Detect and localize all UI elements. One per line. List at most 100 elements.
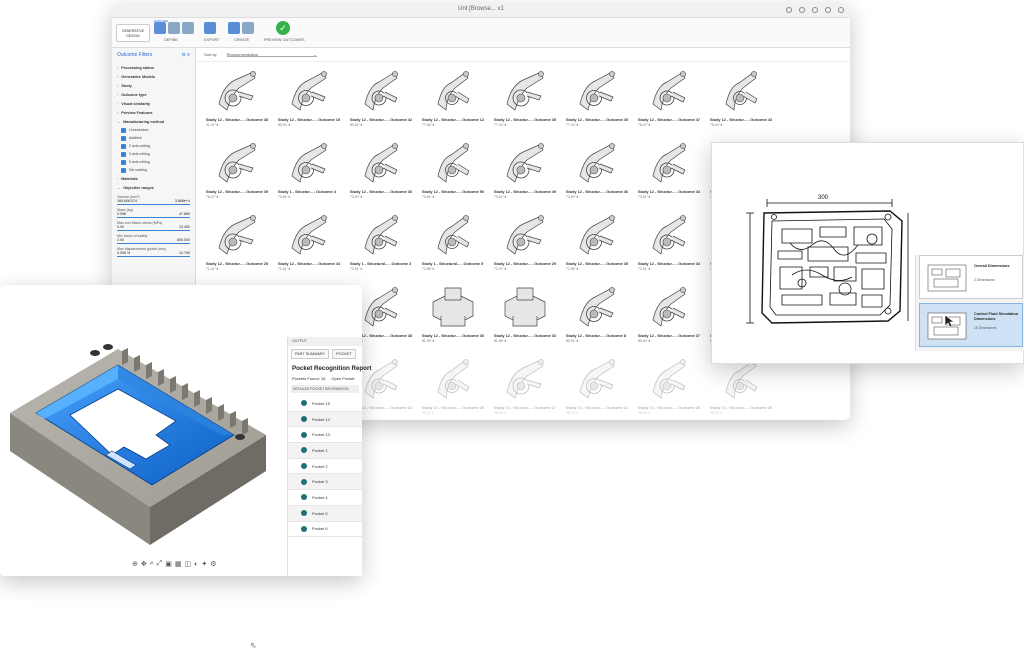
filter-checkbox[interactable]: Additive: [117, 134, 190, 142]
outcome-card[interactable]: Study 1 - Structur... - Outcome 4 73.84 %: [276, 136, 344, 208]
filter-section[interactable]: › Processing status: [117, 63, 190, 72]
outcome-card[interactable]: Study 12 - Structur... - Outcome 46 73.69…: [564, 136, 632, 208]
filter-checkbox[interactable]: 3 axis milling: [117, 150, 190, 158]
effects-icon[interactable]: ✦: [201, 560, 207, 568]
tab-pocket[interactable]: POCKET: [332, 349, 356, 359]
orbit-icon[interactable]: ⊕: [132, 560, 138, 568]
dimension-set-card-selected[interactable]: Control Fluid Simulation Dimensions 16 D…: [919, 303, 1023, 347]
pocket-row[interactable]: Pocket 15: [288, 396, 362, 412]
outcome-card[interactable]: Study 12 - Structur... - Outcome 35 77.03…: [492, 64, 560, 136]
outcome-card[interactable]: Study 12 - Structur... - Outcome 35 72.85…: [564, 208, 632, 280]
ribbon-group-define[interactable]: DEFINE: [164, 38, 178, 42]
ribbon-group-preview-outcomes[interactable]: PREVIEW OUTCOMES: [264, 38, 305, 42]
pocket-row[interactable]: Pocket 5: [288, 505, 362, 522]
settings-icon[interactable]: ⚙: [210, 560, 216, 568]
settings-icon[interactable]: [825, 7, 831, 13]
grid-icon[interactable]: ▦: [175, 560, 182, 568]
display-mode-icon[interactable]: ▣: [165, 560, 172, 568]
outcome-card[interactable]: Study 12 - Structur... - Outcome 20 59.11…: [420, 352, 488, 420]
outcome-card[interactable]: Study 1 - Structural... - Outcome 3 72.51…: [348, 208, 416, 280]
outcome-card[interactable]: Study 12 - Structur... - Outcome 44 71.61…: [276, 208, 344, 280]
outcome-percent: 60.91 %: [566, 339, 579, 343]
filter-options-icon[interactable]: ⊖ ≡: [182, 52, 191, 58]
outcome-card[interactable]: Study 12 - Structur... - Outcome 15 80.53…: [276, 64, 344, 136]
profile-icon[interactable]: [838, 7, 844, 13]
outcome-card[interactable]: Study 12 - Structur... - Outcome 50 73.84…: [420, 136, 488, 208]
pocket-row[interactable]: Pocket 14: [288, 411, 362, 428]
pocket-row[interactable]: Pocket 4: [288, 490, 362, 506]
filter-section[interactable]: › Outcome type: [117, 90, 190, 99]
sort-dropdown[interactable]: Recommendation ⌄: [226, 52, 317, 57]
filter-section[interactable]: › Visual similarity: [117, 99, 190, 108]
outcome-card[interactable]: Study 12 - Structur... - Outcome 45 77.03…: [564, 64, 632, 136]
define-tool-2-icon[interactable]: [182, 22, 194, 34]
pocket-row[interactable]: Pocket 13: [288, 427, 362, 444]
pan-icon[interactable]: ✥: [141, 560, 147, 568]
outcome-card[interactable]: Study 12 - Structur... - Outcome 30 61.99…: [420, 280, 488, 352]
outcome-name: Study 12 - Structur... - Outcome 12: [422, 118, 485, 122]
dimension-set-card[interactable]: Overall Dimensions 2 Dimensions: [919, 255, 1023, 299]
outcome-card[interactable]: Study 12 - Structur... - Outcome 44 73.61…: [636, 136, 704, 208]
tab-part-summary[interactable]: PART SUMMARY: [291, 349, 330, 359]
outcome-card[interactable]: Study 12 - Structur... - Outcome 21 58.70…: [564, 352, 632, 420]
outcome-card[interactable]: Study 12 - Structur... - Outcome 34 72.61…: [636, 208, 704, 280]
export-icon[interactable]: [204, 22, 216, 34]
outcome-card[interactable]: Study 12 - Structur... - Outcome 8 60.91 …: [564, 280, 632, 352]
notifications-icon[interactable]: [799, 7, 805, 13]
outcome-card[interactable]: Study 12 - Structur... - Outcome 42 80.82…: [348, 64, 416, 136]
range-filter[interactable]: Volume (mm³) 165,608.074 3.868e+4: [117, 195, 190, 205]
outcome-card[interactable]: Study 12 - Structur... - Outcome 39 76.37…: [204, 136, 272, 208]
range-filter[interactable]: Max von Mises stress (MPa) 0.00 13.400: [117, 221, 190, 231]
outcome-card[interactable]: Study 12 - Structur... - Outcome 25 71.41…: [204, 208, 272, 280]
outcome-card[interactable]: Study 1 - Structural... - Outcome 5 72.88…: [420, 208, 488, 280]
filter-section[interactable]: › Materials: [117, 174, 190, 183]
pocket-icon: [301, 431, 307, 438]
filter-section[interactable]: ⌄ Manufacturing method: [117, 117, 190, 126]
define-icon[interactable]: [154, 22, 166, 34]
filter-checkbox[interactable]: Unrestricted: [117, 126, 190, 134]
create-tool-icon[interactable]: [242, 22, 254, 34]
filter-section[interactable]: › Study: [117, 81, 190, 90]
workspace-switcher[interactable]: GENERATIVE DESIGN: [116, 24, 150, 42]
outcome-card[interactable]: Study 12 - Structur... - Outcome 29 72.47…: [492, 208, 560, 280]
outcome-thumbnail: [276, 64, 342, 118]
filter-section[interactable]: › Preview Features: [117, 108, 190, 117]
create-icon[interactable]: [228, 22, 240, 34]
part-viewport[interactable]: [0, 285, 288, 576]
ribbon: GENERATIVE DESIGN EXPLORE DEFINE EXPORT …: [112, 18, 850, 48]
account-icon[interactable]: [786, 7, 792, 13]
pocket-row[interactable]: Pocket 3: [288, 474, 362, 491]
fit-icon[interactable]: ⤢: [157, 560, 163, 568]
range-filter[interactable]: Max displacement global (mm) 0.006 % 10.7…: [117, 247, 190, 257]
help-icon[interactable]: [812, 7, 818, 13]
filter-checkbox[interactable]: Die casting: [117, 166, 190, 174]
outcome-card[interactable]: Study 12 - Structur... - Outcome 38 41.02…: [204, 64, 272, 136]
outcome-card[interactable]: Study 12 - Structur... - Outcome 33 61.68…: [492, 280, 560, 352]
range-filter[interactable]: Min factor of safety 2.00 800.000: [117, 234, 190, 244]
outcome-card[interactable]: Study 12 - Structur... - Outcome 49 73.62…: [492, 136, 560, 208]
filter-section[interactable]: › Generative Models: [117, 72, 190, 81]
title-bar: Unt [Browse... v1: [112, 4, 850, 18]
pocket-row[interactable]: Pocket 1: [288, 443, 362, 459]
outcome-card[interactable]: Study 12 - Structur... - Outcome 37 60.40…: [636, 280, 704, 352]
outcome-card[interactable]: Study 12 - Structur... - Outcome 28 58.55…: [636, 352, 704, 420]
filter-checkbox[interactable]: 5 axis milling: [117, 158, 190, 166]
zoom-icon[interactable]: ⌕: [150, 560, 154, 568]
outcome-card[interactable]: Study 12 - Structur... - Outcome 36 73.50…: [348, 136, 416, 208]
viewport-icon[interactable]: ◫: [185, 560, 192, 568]
outcome-card[interactable]: Study 12 - Structur... - Outcome 47 76.47…: [636, 64, 704, 136]
ribbon-group-create[interactable]: CREATE: [234, 38, 249, 42]
filter-checkbox[interactable]: 2 axis cutting: [117, 142, 190, 150]
visual-style-icon[interactable]: ◐: [194, 561, 198, 568]
dimension-label: 300: [818, 195, 829, 201]
ribbon-group-export[interactable]: EXPORT: [204, 38, 220, 42]
outcome-card[interactable]: Study 12 - Structur... - Outcome 12 77.46…: [420, 64, 488, 136]
range-filter[interactable]: Mass (kg) 0.096 47.880: [117, 208, 190, 218]
filter-section[interactable]: ⌄ Objective ranges: [117, 183, 190, 192]
pocket-row[interactable]: Pocket 6: [288, 522, 362, 538]
outcome-card[interactable]: Study 12 - Structur... - Outcome 27 58.96…: [492, 352, 560, 420]
outcome-card[interactable]: Study 12 - Structur... - Outcome 43 76.40…: [708, 64, 776, 136]
pocket-row[interactable]: Pocket 2: [288, 459, 362, 475]
define-tool-icon[interactable]: [168, 22, 180, 34]
check-icon[interactable]: ✓: [276, 21, 290, 35]
